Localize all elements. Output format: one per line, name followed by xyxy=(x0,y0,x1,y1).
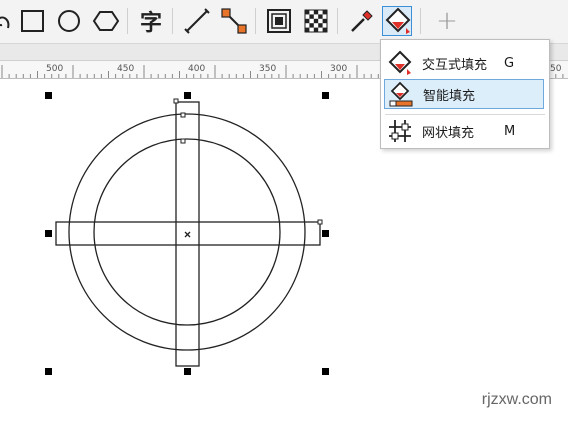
add-tool-button[interactable]: + xyxy=(432,6,462,36)
eyedropper-tool-button[interactable] xyxy=(346,6,376,36)
menu-item-shortcut: M xyxy=(504,123,516,139)
smart-fill-icon xyxy=(387,80,415,108)
plus-icon: + xyxy=(436,6,458,36)
menu-item-label: 智能填充 xyxy=(423,88,476,104)
selection-handle[interactable] xyxy=(322,92,329,99)
connector-icon xyxy=(221,8,247,34)
mesh-fill-icon xyxy=(386,117,414,145)
interactive-fill-tool-button[interactable] xyxy=(382,6,412,36)
toolbox-toolbar: 字 + xyxy=(0,0,568,44)
spiral-tool-button[interactable] xyxy=(0,6,16,36)
menu-item-interactive-fill[interactable]: 交互式填充 G xyxy=(384,48,544,78)
toolbar-separator xyxy=(172,8,173,34)
transparency-tool-button[interactable] xyxy=(301,6,331,36)
toolbar-separator xyxy=(127,8,128,34)
node-handle[interactable] xyxy=(180,112,186,118)
menu-item-smart-fill[interactable]: 智能填充 xyxy=(384,79,544,109)
contour-tool-button[interactable] xyxy=(264,6,294,36)
ellipse-icon xyxy=(58,10,80,32)
fill-bucket-icon xyxy=(385,7,411,34)
rectangle-tool-button[interactable] xyxy=(18,6,48,36)
toolbar-separator xyxy=(255,8,256,34)
menu-item-label: 交互式填充 xyxy=(422,57,488,73)
node-handle[interactable] xyxy=(173,98,179,104)
ruler-label: 350 xyxy=(259,64,277,74)
connector-tool-button[interactable] xyxy=(219,6,249,36)
selection-handle[interactable] xyxy=(45,92,52,99)
watermark: rjzxw.com xyxy=(481,391,552,408)
eyedropper-icon xyxy=(351,10,373,32)
ruler-label: 300 xyxy=(330,64,348,74)
selection-handle[interactable] xyxy=(322,230,329,237)
node-handle[interactable] xyxy=(317,219,323,225)
hexagon-icon xyxy=(92,11,120,31)
toolbar-separator xyxy=(337,8,338,34)
ellipse-tool-button[interactable] xyxy=(54,6,84,36)
interactive-fill-icon xyxy=(386,49,414,77)
fill-tools-flyout-menu: 交互式填充 G 智能填充 网状填充 M xyxy=(380,39,550,149)
selection-handle[interactable] xyxy=(322,368,329,375)
menu-item-mesh-fill[interactable]: 网状填充 M xyxy=(384,116,544,146)
selection-handle[interactable] xyxy=(184,368,191,375)
ruler-label: 500 xyxy=(46,64,64,74)
ruler-label: 450 xyxy=(117,64,135,74)
ruler-label: 50 xyxy=(550,64,562,74)
inner-circle[interactable] xyxy=(93,138,281,326)
spiral-icon xyxy=(0,16,10,29)
contour-icon xyxy=(267,9,291,33)
node-handle[interactable] xyxy=(180,138,186,144)
toolbar-separator xyxy=(420,8,421,34)
dimension-tool-button[interactable] xyxy=(182,6,212,36)
menu-item-label: 网状填充 xyxy=(422,125,475,141)
checkerboard-icon xyxy=(304,9,328,33)
selection-handle[interactable] xyxy=(184,92,191,99)
menu-separator xyxy=(385,114,545,115)
selection-handle[interactable] xyxy=(45,230,52,237)
rectangle-icon xyxy=(21,10,44,32)
dimension-line-icon xyxy=(184,8,210,34)
text-tool-button[interactable]: 字 xyxy=(136,6,166,36)
polygon-tool-button[interactable] xyxy=(91,6,121,36)
menu-item-shortcut: G xyxy=(504,55,515,71)
outer-circle[interactable] xyxy=(68,113,306,351)
text-icon: 字 xyxy=(139,11,162,36)
center-marker[interactable] xyxy=(184,231,191,238)
ruler-label: 400 xyxy=(188,64,206,74)
selection-handle[interactable] xyxy=(45,368,52,375)
